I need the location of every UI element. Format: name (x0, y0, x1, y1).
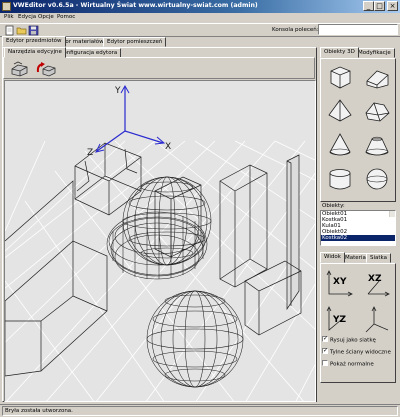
view-xz-button[interactable]: XZ (362, 268, 392, 298)
list-item-selected[interactable]: Kostka02 (321, 235, 395, 241)
checkbox-backfaces-visible[interactable]: ✓ Tylne ściany widoczne (322, 348, 391, 356)
tab-room-editor[interactable]: Edytor pomieszczeń (103, 37, 167, 47)
rotate-tool-icon[interactable] (35, 60, 57, 77)
tab-editing-tools[interactable]: Narzędzia edycyjne (4, 47, 66, 58)
view-xy-button[interactable]: XY (325, 268, 355, 298)
floor-grid (5, 140, 315, 401)
y-axis-label: Y (114, 86, 121, 96)
checkbox-box[interactable]: ✓ (322, 336, 328, 342)
wedge-icon[interactable] (362, 63, 392, 91)
objects-label: Obiekty: (322, 203, 345, 209)
tab-modifications[interactable]: Modyfikacje (354, 48, 395, 58)
menu-opcje[interactable]: Opcje (38, 14, 54, 20)
app-icon (2, 2, 11, 11)
cube-icon[interactable] (325, 63, 355, 91)
menu-bar: Plik Edycja Opcje Pomoc (0, 13, 400, 23)
3d-viewport[interactable]: Y X Z (4, 80, 316, 402)
menu-pomoc[interactable]: Pomoc (57, 14, 75, 20)
scene-canvas: Y X Z (5, 84, 315, 401)
window-title: VWEditor v0.6.5a - Wirtualny Świat www.w… (13, 2, 258, 9)
view-yz-label: YZ (333, 315, 347, 325)
view-xy-label: XY (333, 277, 347, 287)
checkbox-label: Pokaż normalne (330, 361, 374, 368)
maximize-button[interactable]: □ (374, 1, 385, 11)
z-axis-label: Z (87, 148, 93, 158)
minimize-button[interactable]: _ (363, 1, 374, 11)
shape-palette (320, 58, 396, 202)
lower-sphere (146, 290, 244, 388)
new-file-icon[interactable] (4, 25, 15, 36)
cylinder-icon[interactable] (325, 165, 355, 193)
truncated-cone-icon[interactable] (362, 131, 392, 159)
checkbox-show-normals[interactable]: Pokaż normalne (322, 360, 374, 368)
menu-edycja[interactable]: Edycja (18, 14, 36, 20)
checkbox-draw-as-mesh[interactable]: ✓ Rysuj jako siatkę (322, 336, 376, 344)
tab-item-editor[interactable]: Edytor przedmiotów (2, 36, 66, 47)
view-yz-button[interactable]: YZ (325, 304, 355, 334)
sphere-icon[interactable] (362, 165, 392, 193)
tab-view[interactable]: Widok (320, 252, 345, 263)
move-tool-icon[interactable] (10, 60, 30, 77)
command-input[interactable] (318, 24, 398, 35)
checkbox-box[interactable]: ✓ (322, 348, 328, 354)
command-label: Konsola poleceń: (272, 27, 319, 33)
tab-3d-objects[interactable]: Obiekty 3D (320, 47, 359, 58)
truncated-wedge-icon[interactable] (362, 97, 392, 125)
checkbox-box[interactable] (322, 360, 328, 366)
tetrahedron-icon[interactable] (325, 97, 355, 125)
view-xz-label: XZ (368, 274, 382, 284)
objects-scrollbar[interactable] (389, 211, 395, 217)
save-icon[interactable] (28, 25, 39, 36)
tool-area (3, 57, 315, 79)
tab-grid[interactable]: Siatka (366, 253, 392, 263)
view-3d-button[interactable] (362, 304, 392, 334)
cone-icon[interactable] (325, 131, 355, 159)
title-bar: VWEditor v0.6.5a - Wirtualny Świat www.w… (0, 0, 400, 13)
objects-list[interactable]: Obiekt01 Kostka01 Kula01 Obiekt02 Kostka… (320, 210, 396, 246)
close-button[interactable]: × (387, 1, 398, 11)
slab-right (286, 154, 300, 311)
menu-plik[interactable]: Plik (4, 14, 14, 20)
open-folder-icon[interactable] (16, 25, 27, 36)
checkbox-label: Tylne ściany widoczne (330, 349, 391, 356)
status-message: Bryła została utworzona. (2, 406, 398, 416)
checkbox-label: Rysuj jako siatkę (330, 337, 376, 344)
x-axis-label: X (165, 142, 171, 152)
